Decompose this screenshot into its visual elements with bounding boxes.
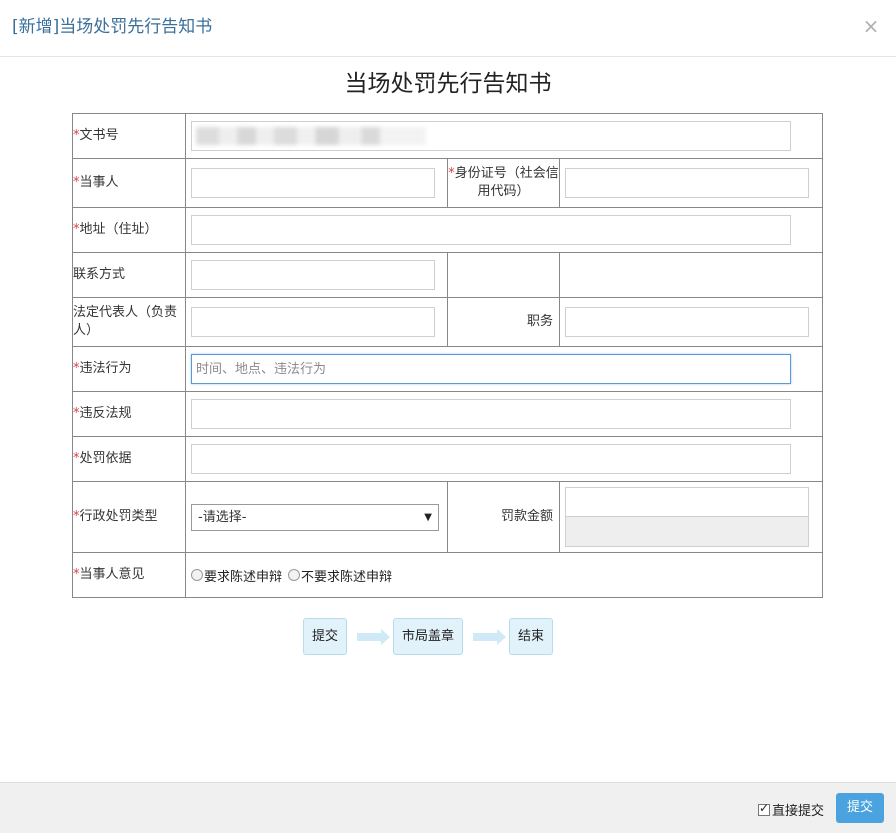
arrow-right-icon [463, 618, 509, 655]
address-label: *地址（住址） [72, 207, 186, 253]
fine-amount-label: 罚款金额 [447, 481, 560, 553]
radio-icon[interactable] [288, 569, 301, 581]
penalty-type-select[interactable]: -请选择- ▼ [191, 503, 439, 531]
direct-submit-label: 直接提交 [772, 804, 825, 819]
penalty-type-selected: -请选择- [198, 509, 247, 525]
law-violated-label: *违反法规 [72, 391, 186, 437]
empty-cell [559, 252, 823, 298]
fine-amount-input[interactable] [565, 487, 809, 517]
penalty-basis-label: *处罚依据 [72, 436, 186, 482]
contact-label: 联系方式 [72, 252, 186, 298]
violation-label: *违法行为 [72, 346, 186, 392]
modal-footer: 直接提交 提交 [0, 782, 896, 833]
radio-option[interactable]: 要求陈述申辩 [191, 566, 282, 585]
position-input[interactable] [565, 307, 809, 337]
close-icon[interactable]: × [862, 14, 880, 38]
workflow-step: 提交 [303, 618, 348, 655]
party-label: *当事人 [72, 158, 186, 208]
legal-rep-input[interactable] [191, 307, 435, 337]
workflow-step: 市局盖章 [393, 618, 464, 655]
workflow: 提交 市局盖章 结束 [303, 618, 554, 655]
penalty-basis-input[interactable] [191, 444, 791, 474]
position-label: 职务 [447, 297, 560, 347]
modal-header: [新增]当场处罚先行告知书 × [0, 0, 896, 57]
fine-amount-readonly [565, 517, 809, 547]
penalty-type-label: *行政处罚类型 [72, 481, 186, 553]
workflow-step: 结束 [509, 618, 554, 655]
id-number-input[interactable] [565, 168, 809, 198]
fine-amount-group [565, 487, 809, 547]
doc-number-label: *文书号 [72, 113, 186, 159]
party-opinion-label: *当事人意见 [72, 552, 186, 598]
address-input[interactable] [191, 215, 791, 245]
id-number-label: *身份证号（社会信用代码） [447, 158, 560, 208]
legal-rep-label: 法定代表人（负责人） [72, 297, 186, 347]
modal-title: [新增]当场处罚先行告知书 [12, 17, 213, 37]
violation-input[interactable] [191, 354, 791, 384]
document-heading: 当场处罚先行告知书 [344, 71, 552, 97]
direct-submit-checkbox[interactable]: 直接提交 [758, 800, 824, 819]
checkbox-checked-icon[interactable] [758, 801, 770, 816]
law-violated-input[interactable] [191, 399, 791, 429]
blurred-value [196, 127, 426, 145]
party-input[interactable] [191, 168, 435, 198]
chevron-down-icon: ▼ [424, 511, 432, 523]
radio-option[interactable]: 不要求陈述申辩 [288, 566, 392, 585]
doc-number-input[interactable] [191, 121, 791, 151]
contact-input[interactable] [191, 260, 435, 290]
submit-button[interactable]: 提交 [836, 793, 884, 823]
party-opinion-radios: 要求陈述申辩 不要求陈述申辩 [186, 566, 822, 585]
arrow-right-icon [347, 618, 393, 655]
notice-form: *文书号 *当事人 *身份证号（社会信用代码） *地址（住址） 联系方式 法定代… [72, 113, 823, 598]
empty-cell [447, 252, 560, 298]
radio-icon[interactable] [191, 569, 203, 581]
